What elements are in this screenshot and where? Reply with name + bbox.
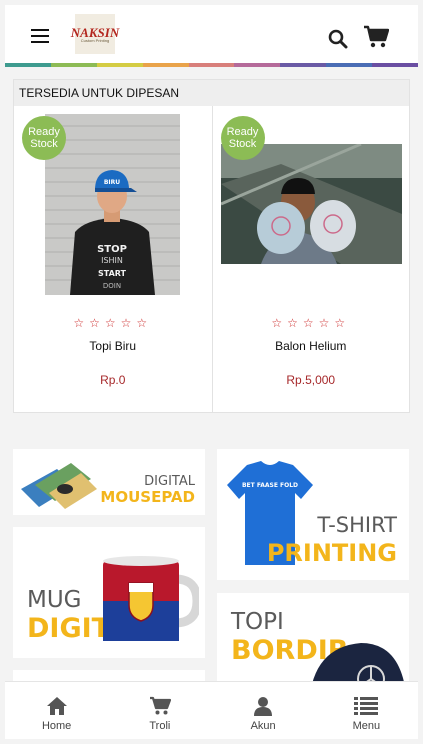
list-icon	[354, 697, 379, 715]
tshirt-banner[interactable]: BET FAASE FOLD T-SHIRT PRINTING	[217, 449, 409, 580]
mousepad-banner[interactable]: DIGITAL MOUSEPAD	[13, 449, 205, 515]
header-color-stripe	[5, 63, 418, 67]
nav-akun[interactable]: Akun	[212, 682, 315, 739]
rating-stars: ☆☆☆☆☆	[271, 316, 351, 330]
available-products-section: TERSEDIA UNTUK DIPESAN Ready Stock BIRU …	[13, 79, 410, 413]
shirt-print-line: STOP	[97, 244, 127, 255]
shirt-print-text: BET FAASE FOLD	[242, 482, 298, 489]
product-photo[interactable]	[220, 144, 402, 264]
ready-stock-badge: Ready Stock	[22, 116, 66, 160]
cap-print-text: BIRU	[104, 179, 120, 186]
nav-label: Menu	[352, 720, 381, 732]
rating-stars: ☆☆☆☆☆	[73, 316, 153, 330]
home-icon	[46, 697, 67, 715]
logo-text: NAKSIN	[70, 24, 120, 40]
top-header: NAKSIN Custom Printing	[5, 5, 418, 67]
mug-banner[interactable]: MUG DIGITAL	[13, 527, 205, 658]
cart-icon	[149, 696, 171, 715]
product-price: Rp.0	[100, 373, 126, 387]
nav-label: Home	[41, 720, 72, 732]
product-card[interactable]: Ready Stock	[211, 106, 410, 412]
banner-line2: PRINTING	[266, 539, 397, 567]
shirt-print-line: ISHIN	[101, 256, 123, 265]
ready-stock-badge: Ready Stock	[220, 116, 265, 160]
nav-label: Troli	[149, 720, 171, 732]
banner-line1: MUG	[27, 587, 82, 613]
product-card[interactable]: Ready Stock	[14, 106, 212, 412]
shirt-print-line: START	[98, 269, 127, 278]
banner-line1: DIGITAL	[144, 474, 195, 489]
nav-label: Akun	[250, 720, 276, 732]
nav-troli[interactable]: Troli	[108, 682, 211, 739]
product-name[interactable]: Topi Biru	[14, 339, 212, 353]
mug-image	[103, 556, 199, 641]
banner-line1: TOPI	[231, 609, 284, 635]
section-title: TERSEDIA UNTUK DIPESAN	[14, 80, 409, 106]
banner-line2: MOUSEPAD	[100, 488, 195, 506]
bottom-navigation: Home Troli Akun Menu	[5, 681, 418, 739]
hamburger-menu-icon[interactable]	[31, 29, 49, 43]
user-icon	[254, 697, 273, 716]
product-price: Rp.5,000	[286, 373, 336, 387]
nav-home[interactable]: Home	[5, 682, 108, 739]
banner-line1: T-SHIRT	[317, 513, 397, 537]
mousepad-image	[21, 463, 97, 509]
product-name[interactable]: Balon Helium	[213, 339, 410, 353]
nav-menu[interactable]: Menu	[315, 682, 418, 739]
store-logo[interactable]: NAKSIN Custom Printing	[71, 14, 119, 54]
cart-icon[interactable]	[363, 25, 389, 49]
shirt-print-line: DOIN	[103, 282, 121, 290]
app-frame: NAKSIN Custom Printing TERSEDIA UNTUK DI…	[5, 5, 418, 739]
search-icon[interactable]	[328, 29, 348, 49]
